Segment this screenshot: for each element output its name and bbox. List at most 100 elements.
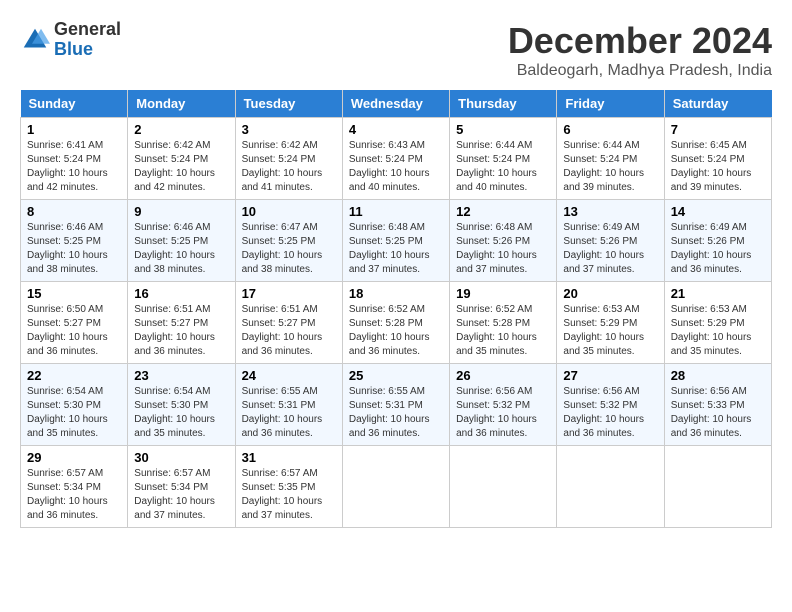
- day-number: 28: [671, 368, 765, 383]
- day-info: Sunrise: 6:44 AMSunset: 5:24 PMDaylight:…: [563, 140, 644, 193]
- table-row: 17Sunrise: 6:51 AMSunset: 5:27 PMDayligh…: [235, 282, 342, 364]
- day-number: 20: [563, 286, 657, 301]
- day-info: Sunrise: 6:46 AMSunset: 5:25 PMDaylight:…: [27, 222, 108, 275]
- day-number: 13: [563, 204, 657, 219]
- day-info: Sunrise: 6:55 AMSunset: 5:31 PMDaylight:…: [349, 386, 430, 439]
- day-number: 26: [456, 368, 550, 383]
- day-number: 8: [27, 204, 121, 219]
- table-row: 3Sunrise: 6:42 AMSunset: 5:24 PMDaylight…: [235, 118, 342, 200]
- table-row: 21 Sunrise: 6:53 AMSunset: 5:29 PMDayligh…: [664, 282, 771, 364]
- header-row: Sunday Monday Tuesday Wednesday Thursday…: [21, 90, 772, 118]
- calendar-row: 22Sunrise: 6:54 AMSunset: 5:30 PMDayligh…: [21, 364, 772, 446]
- table-row: 5 Sunrise: 6:44 AMSunset: 5:24 PMDaylight…: [450, 118, 557, 200]
- table-row: 16Sunrise: 6:51 AMSunset: 5:27 PMDayligh…: [128, 282, 235, 364]
- table-row: 31Sunrise: 6:57 AMSunset: 5:35 PMDayligh…: [235, 446, 342, 528]
- day-number: 6: [563, 122, 657, 137]
- table-row: 22Sunrise: 6:54 AMSunset: 5:30 PMDayligh…: [21, 364, 128, 446]
- day-number: 25: [349, 368, 443, 383]
- day-info: Sunrise: 6:56 AMSunset: 5:33 PMDaylight:…: [671, 386, 752, 439]
- calendar-row: 1 Sunrise: 6:41 AMSunset: 5:24 PMDaylight…: [21, 118, 772, 200]
- table-row: 26Sunrise: 6:56 AMSunset: 5:32 PMDayligh…: [450, 364, 557, 446]
- logo-general: General: [54, 20, 121, 40]
- table-row: 27 Sunrise: 6:56 AMSunset: 5:32 PMDayligh…: [557, 364, 664, 446]
- day-info: Sunrise: 6:57 AMSunset: 5:34 PMDaylight:…: [27, 468, 108, 521]
- logo-blue: Blue: [54, 40, 121, 60]
- table-row: 19Sunrise: 6:52 AMSunset: 5:28 PMDayligh…: [450, 282, 557, 364]
- table-row: 8 Sunrise: 6:46 AMSunset: 5:25 PMDaylight…: [21, 200, 128, 282]
- day-info: Sunrise: 6:44 AMSunset: 5:24 PMDaylight:…: [456, 140, 537, 193]
- day-number: 17: [242, 286, 336, 301]
- day-number: 12: [456, 204, 550, 219]
- day-number: 18: [349, 286, 443, 301]
- day-number: 29: [27, 450, 121, 465]
- logo-text: General Blue: [54, 20, 121, 60]
- table-row: 9Sunrise: 6:46 AMSunset: 5:25 PMDaylight…: [128, 200, 235, 282]
- table-row: 11Sunrise: 6:48 AMSunset: 5:25 PMDayligh…: [342, 200, 449, 282]
- table-row: 4 Sunrise: 6:43 AMSunset: 5:24 PMDaylight…: [342, 118, 449, 200]
- calendar-row: 8 Sunrise: 6:46 AMSunset: 5:25 PMDaylight…: [21, 200, 772, 282]
- table-row: 15 Sunrise: 6:50 AMSunset: 5:27 PMDayligh…: [21, 282, 128, 364]
- day-number: 9: [134, 204, 228, 219]
- day-number: 15: [27, 286, 121, 301]
- day-info: Sunrise: 6:53 AMSunset: 5:29 PMDaylight:…: [563, 304, 644, 357]
- table-row: 13 Sunrise: 6:49 AMSunset: 5:26 PMDayligh…: [557, 200, 664, 282]
- day-number: 30: [134, 450, 228, 465]
- calendar-table: Sunday Monday Tuesday Wednesday Thursday…: [20, 90, 772, 528]
- table-row: [664, 446, 771, 528]
- day-number: 7: [671, 122, 765, 137]
- day-info: Sunrise: 6:56 AMSunset: 5:32 PMDaylight:…: [563, 386, 644, 439]
- table-row: 7 Sunrise: 6:45 AMSunset: 5:24 PMDaylight…: [664, 118, 771, 200]
- day-number: 16: [134, 286, 228, 301]
- table-row: [557, 446, 664, 528]
- day-info: Sunrise: 6:47 AMSunset: 5:25 PMDaylight:…: [242, 222, 323, 275]
- table-row: 28 Sunrise: 6:56 AMSunset: 5:33 PMDayligh…: [664, 364, 771, 446]
- title-area: December 2024 Baldeogarh, Madhya Pradesh…: [508, 20, 772, 80]
- day-info: Sunrise: 6:53 AMSunset: 5:29 PMDaylight:…: [671, 304, 752, 357]
- day-number: 10: [242, 204, 336, 219]
- day-info: Sunrise: 6:48 AMSunset: 5:26 PMDaylight:…: [456, 222, 537, 275]
- day-info: Sunrise: 6:50 AMSunset: 5:27 PMDaylight:…: [27, 304, 108, 357]
- day-number: 4: [349, 122, 443, 137]
- col-saturday: Saturday: [664, 90, 771, 118]
- day-number: 21: [671, 286, 765, 301]
- table-row: 2 Sunrise: 6:42 AMSunset: 5:24 PMDaylight…: [128, 118, 235, 200]
- day-info: Sunrise: 6:57 AMSunset: 5:35 PMDaylight:…: [242, 468, 323, 521]
- day-info: Sunrise: 6:55 AMSunset: 5:31 PMDaylight:…: [242, 386, 323, 439]
- col-friday: Friday: [557, 90, 664, 118]
- table-row: 10 Sunrise: 6:47 AMSunset: 5:25 PMDayligh…: [235, 200, 342, 282]
- col-tuesday: Tuesday: [235, 90, 342, 118]
- calendar-row: 15 Sunrise: 6:50 AMSunset: 5:27 PMDayligh…: [21, 282, 772, 364]
- calendar-subtitle: Baldeogarh, Madhya Pradesh, India: [508, 62, 772, 80]
- day-number: 1: [27, 122, 121, 137]
- day-info: Sunrise: 6:49 AMSunset: 5:26 PMDaylight:…: [563, 222, 644, 275]
- day-info: Sunrise: 6:52 AMSunset: 5:28 PMDaylight:…: [349, 304, 430, 357]
- table-row: [450, 446, 557, 528]
- table-row: 23Sunrise: 6:54 AMSunset: 5:30 PMDayligh…: [128, 364, 235, 446]
- day-info: Sunrise: 6:54 AMSunset: 5:30 PMDaylight:…: [134, 386, 215, 439]
- col-monday: Monday: [128, 90, 235, 118]
- table-row: 18 Sunrise: 6:52 AMSunset: 5:28 PMDayligh…: [342, 282, 449, 364]
- day-number: 11: [349, 204, 443, 219]
- table-row: 24Sunrise: 6:55 AMSunset: 5:31 PMDayligh…: [235, 364, 342, 446]
- day-number: 2: [134, 122, 228, 137]
- day-info: Sunrise: 6:57 AMSunset: 5:34 PMDaylight:…: [134, 468, 215, 521]
- day-number: 14: [671, 204, 765, 219]
- day-number: 27: [563, 368, 657, 383]
- table-row: 14Sunrise: 6:49 AMSunset: 5:26 PMDayligh…: [664, 200, 771, 282]
- day-info: Sunrise: 6:42 AMSunset: 5:24 PMDaylight:…: [242, 140, 323, 193]
- col-wednesday: Wednesday: [342, 90, 449, 118]
- logo: General Blue: [20, 20, 121, 60]
- calendar-row: 29 Sunrise: 6:57 AMSunset: 5:34 PMDayligh…: [21, 446, 772, 528]
- day-number: 5: [456, 122, 550, 137]
- col-sunday: Sunday: [21, 90, 128, 118]
- table-row: 12 Sunrise: 6:48 AMSunset: 5:26 PMDayligh…: [450, 200, 557, 282]
- logo-icon: [20, 25, 50, 55]
- day-info: Sunrise: 6:42 AMSunset: 5:24 PMDaylight:…: [134, 140, 215, 193]
- day-info: Sunrise: 6:54 AMSunset: 5:30 PMDaylight:…: [27, 386, 108, 439]
- table-row: 25 Sunrise: 6:55 AMSunset: 5:31 PMDayligh…: [342, 364, 449, 446]
- day-info: Sunrise: 6:43 AMSunset: 5:24 PMDaylight:…: [349, 140, 430, 193]
- table-row: 29 Sunrise: 6:57 AMSunset: 5:34 PMDayligh…: [21, 446, 128, 528]
- day-info: Sunrise: 6:41 AMSunset: 5:24 PMDaylight:…: [27, 140, 108, 193]
- day-info: Sunrise: 6:45 AMSunset: 5:24 PMDaylight:…: [671, 140, 752, 193]
- calendar-title: December 2024: [508, 20, 772, 62]
